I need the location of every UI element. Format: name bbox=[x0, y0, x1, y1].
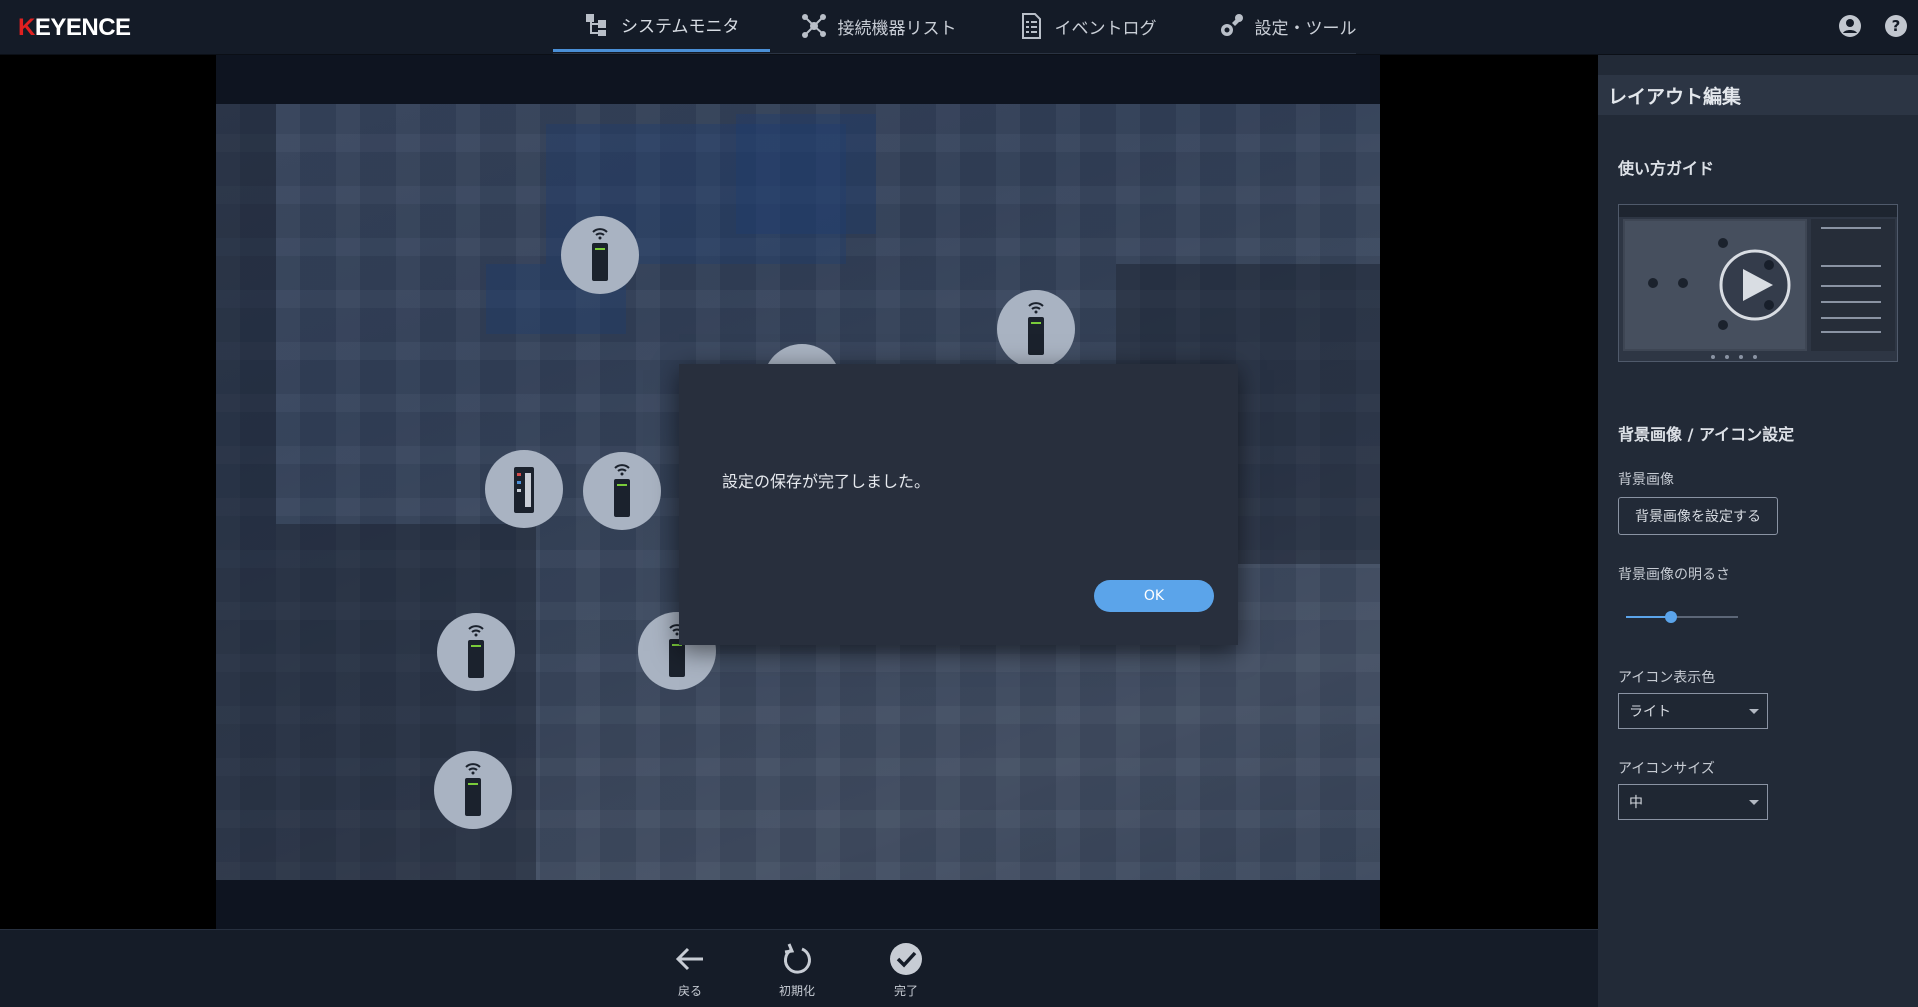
bg-icon-section-heading: 背景画像 / アイコン設定 bbox=[1618, 425, 1795, 444]
icon-size-value: 中 bbox=[1629, 795, 1643, 811]
keyence-logo: K EYENCE bbox=[18, 14, 131, 41]
reset-label: 初期化 bbox=[778, 984, 815, 998]
nav-divider bbox=[553, 53, 1356, 54]
layout-edit-panel: レイアウト編集 使い方ガイド 背景画像 / アイコン設定 背景画像 背景画像を設… bbox=[1598, 55, 1918, 1007]
icon-color-label: アイコン表示色 bbox=[1618, 670, 1716, 686]
guide-heading: 使い方ガイド bbox=[1618, 159, 1715, 178]
svg-text:?: ? bbox=[1892, 17, 1901, 35]
bg-image-label: 背景画像 bbox=[1618, 472, 1674, 488]
dialog-message: 設定の保存が完了しました。 bbox=[722, 472, 931, 491]
done-button[interactable]: 完了 bbox=[876, 942, 936, 999]
event-log-icon bbox=[1021, 13, 1041, 39]
network-icon bbox=[801, 14, 826, 38]
user-account-icon[interactable] bbox=[1838, 14, 1862, 38]
device-icon[interactable] bbox=[583, 452, 661, 530]
reset-icon bbox=[783, 943, 811, 974]
controller-device-icon[interactable] bbox=[485, 450, 563, 528]
device-icon[interactable] bbox=[434, 751, 512, 829]
help-icon[interactable]: ? bbox=[1884, 14, 1908, 38]
tab-label: 接続機器リスト bbox=[837, 18, 957, 39]
play-icon bbox=[1719, 249, 1791, 321]
tab-label: 設定・ツール bbox=[1254, 18, 1357, 39]
tab-system-monitor[interactable]: システムモニタ bbox=[553, 0, 770, 52]
tab-label: イベントログ bbox=[1054, 18, 1157, 39]
save-complete-dialog: 設定の保存が完了しました。 OK bbox=[679, 364, 1238, 645]
brightness-label: 背景画像の明るさ bbox=[1618, 567, 1730, 583]
tab-label: システムモニタ bbox=[621, 17, 740, 37]
settings-tools-icon bbox=[1220, 14, 1243, 36]
icon-size-select[interactable]: 中 bbox=[1618, 784, 1768, 820]
chevron-down-icon bbox=[1749, 800, 1759, 805]
back-button[interactable]: 戻る bbox=[660, 942, 720, 999]
bottom-toolbar: 戻る 初期化 完了 bbox=[0, 929, 1598, 1007]
tab-device-list[interactable]: 接続機器リスト bbox=[770, 0, 987, 52]
guide-video-thumbnail[interactable] bbox=[1618, 204, 1898, 362]
back-label: 戻る bbox=[677, 984, 702, 998]
ok-button[interactable]: OK bbox=[1094, 580, 1214, 612]
chevron-down-icon bbox=[1749, 709, 1759, 714]
device-icon[interactable] bbox=[997, 290, 1075, 368]
arrow-left-icon bbox=[675, 947, 703, 971]
icon-size-label: アイコンサイズ bbox=[1618, 761, 1715, 777]
reset-button[interactable]: 初期化 bbox=[767, 942, 827, 999]
panel-title: レイアウト編集 bbox=[1598, 75, 1918, 115]
check-circle-icon bbox=[890, 943, 922, 975]
device-icon[interactable] bbox=[561, 216, 639, 294]
icon-color-select[interactable]: ライト bbox=[1618, 693, 1768, 729]
device-icon[interactable] bbox=[437, 613, 515, 691]
icon-color-value: ライト bbox=[1629, 704, 1671, 720]
slider-handle[interactable] bbox=[1664, 611, 1677, 623]
main-nav: システムモニタ 接続機器リスト イベントログ 設定・ツール bbox=[553, 0, 1387, 54]
tab-event-log[interactable]: イベントログ bbox=[987, 0, 1187, 52]
tab-settings-tools[interactable]: 設定・ツール bbox=[1187, 0, 1387, 52]
system-monitor-icon bbox=[586, 13, 606, 36]
done-label: 完了 bbox=[893, 984, 918, 998]
top-bar: K EYENCE システムモニタ 接続機器リスト イベントログ 設定・ツール ? bbox=[0, 0, 1918, 55]
brightness-slider[interactable] bbox=[1626, 607, 1738, 627]
set-background-image-button[interactable]: 背景画像を設定する bbox=[1618, 497, 1778, 535]
